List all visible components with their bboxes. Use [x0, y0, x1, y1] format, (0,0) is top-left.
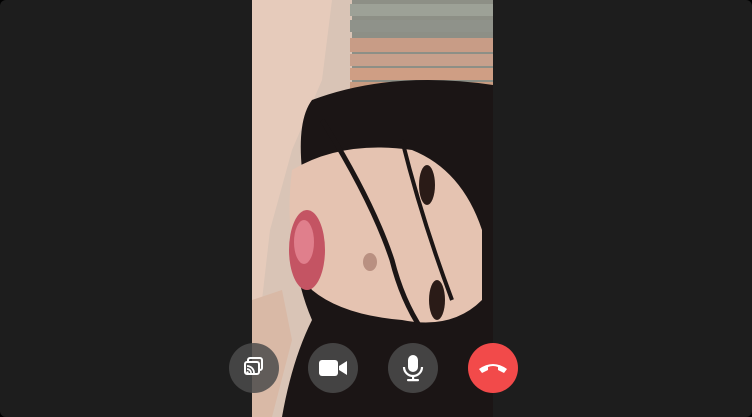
- call-controls-bar: [0, 343, 752, 393]
- camera-toggle-button[interactable]: [308, 343, 358, 393]
- video-camera-icon: [318, 358, 348, 378]
- microphone-toggle-button[interactable]: [388, 343, 438, 393]
- end-call-button[interactable]: [468, 343, 518, 393]
- screen-share-icon: [242, 356, 266, 380]
- video-call-window: [0, 0, 752, 417]
- screen-share-button[interactable]: [229, 343, 279, 393]
- hang-up-phone-icon: [478, 361, 508, 375]
- microphone-icon: [402, 354, 424, 382]
